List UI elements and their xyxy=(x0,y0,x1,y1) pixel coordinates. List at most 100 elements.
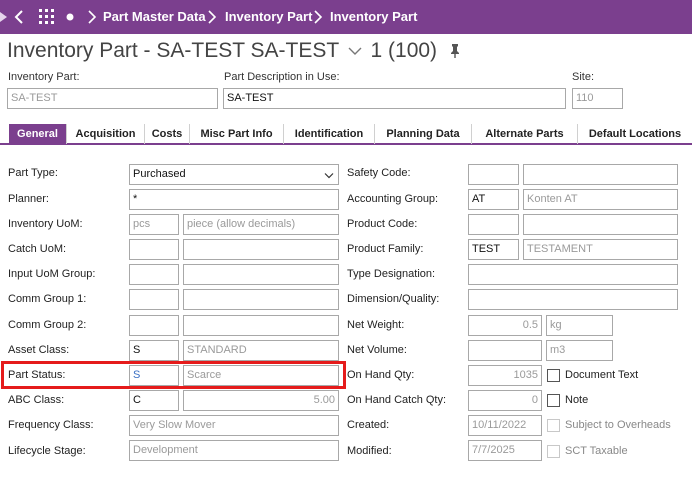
tab-general[interactable]: General xyxy=(9,124,67,144)
dimension-quality-label: Dimension/Quality: xyxy=(347,293,440,305)
safety-code-field[interactable] xyxy=(468,164,519,185)
tab-default-locations[interactable]: Default Locations xyxy=(578,124,692,144)
sct-taxable-checkbox[interactable] xyxy=(547,445,560,458)
back-arrow-icon[interactable] xyxy=(12,9,26,25)
app-grid-icon[interactable] xyxy=(39,9,55,25)
abc-class-code-field[interactable]: C xyxy=(129,390,179,411)
subject-to-overheads-checkbox[interactable] xyxy=(547,419,560,432)
inventory-uom-desc-field[interactable]: piece (allow decimals) xyxy=(183,214,339,235)
abc-class-label: ABC Class: xyxy=(8,394,65,406)
part-type-select[interactable]: Purchased xyxy=(129,164,339,185)
chevron-down-icon xyxy=(324,173,334,179)
breadcrumb-part-master-data[interactable]: Part Master Data xyxy=(103,9,206,24)
part-type-label: Part Type: xyxy=(8,167,58,179)
document-text-label: Document Text xyxy=(565,369,639,381)
pin-icon[interactable] xyxy=(449,43,461,59)
breadcrumb-inventory-part[interactable]: Inventory Part xyxy=(225,9,312,24)
comm-group2-desc-field[interactable] xyxy=(183,315,339,336)
tab-planning-data[interactable]: Planning Data xyxy=(375,124,472,144)
product-family-code-field[interactable]: TEST xyxy=(468,239,519,260)
inventory-uom-code-field[interactable]: pcs xyxy=(129,214,179,235)
asset-class-code-field[interactable]: S xyxy=(129,340,179,361)
created-label: Created: xyxy=(347,419,390,431)
part-type-value: Purchased xyxy=(133,168,186,180)
tab-bar: General Acquisition Costs Misc Part Info… xyxy=(0,124,692,145)
home-dot-icon[interactable] xyxy=(66,13,74,21)
catch-uom-code-field[interactable] xyxy=(129,239,179,260)
on-hand-qty-field[interactable]: 1035 xyxy=(468,365,542,386)
record-position: 1 (100) xyxy=(370,39,438,62)
net-weight-unit-field[interactable]: kg xyxy=(546,315,613,336)
site-label: Site: xyxy=(572,71,595,83)
net-volume-field[interactable] xyxy=(468,340,542,361)
planner-field[interactable]: * xyxy=(129,189,339,210)
document-text-checkbox[interactable] xyxy=(547,369,560,382)
net-weight-field[interactable]: 0.5 xyxy=(468,315,542,336)
type-designation-label: Type Designation: xyxy=(347,268,436,280)
tab-alternate-parts[interactable]: Alternate Parts xyxy=(472,124,578,144)
input-uom-group-label: Input UoM Group: xyxy=(8,268,96,280)
accounting-group-code-field[interactable]: AT xyxy=(468,189,519,210)
comm-group2-label: Comm Group 2: xyxy=(8,319,87,331)
chevron-down-icon[interactable] xyxy=(347,45,363,57)
abc-class-value-field[interactable]: 5.00 xyxy=(183,390,339,411)
page-title-text: Inventory Part - SA-TEST SA-TEST xyxy=(7,39,339,62)
dimension-quality-field[interactable] xyxy=(468,289,678,310)
note-label: Note xyxy=(565,394,589,406)
top-nav-bar: Part Master Data Inventory Part Inventor… xyxy=(0,0,692,34)
on-hand-catch-qty-label: On Hand Catch Qty: xyxy=(347,394,447,406)
breadcrumb-chevron-icon xyxy=(88,10,97,24)
tab-acquisition[interactable]: Acquisition xyxy=(67,124,145,144)
product-code-field[interactable] xyxy=(468,214,519,235)
inventory-part-label: Inventory Part: xyxy=(8,71,80,83)
type-designation-field[interactable] xyxy=(468,264,678,285)
comm-group1-label: Comm Group 1: xyxy=(8,293,87,305)
modified-label: Modified: xyxy=(347,445,392,457)
lifecycle-stage-field[interactable]: Development xyxy=(129,440,339,461)
safety-code-desc-field[interactable] xyxy=(523,164,678,185)
tab-identification[interactable]: Identification xyxy=(284,124,375,144)
net-volume-label: Net Volume: xyxy=(347,344,407,356)
input-uom-group-code-field[interactable] xyxy=(129,264,179,285)
inventory-part-field[interactable]: SA-TEST xyxy=(7,88,218,109)
product-code-desc-field[interactable] xyxy=(523,214,678,235)
breadcrumb-chevron-icon xyxy=(208,10,217,24)
product-family-label: Product Family: xyxy=(347,243,424,255)
accounting-group-label: Accounting Group: xyxy=(347,193,439,205)
frequency-class-field[interactable]: Very Slow Mover xyxy=(129,415,339,436)
tab-misc-part-info[interactable]: Misc Part Info xyxy=(190,124,284,144)
planner-label: Planner: xyxy=(8,193,49,205)
lifecycle-stage-label: Lifecycle Stage: xyxy=(8,445,86,457)
part-description-label: Part Description in Use: xyxy=(224,71,340,83)
tab-costs[interactable]: Costs xyxy=(145,124,190,144)
net-weight-label: Net Weight: xyxy=(347,319,405,331)
modified-field[interactable]: 7/7/2025 xyxy=(468,440,542,461)
page-title: Inventory Part - SA-TEST SA-TEST 1 (100) xyxy=(7,39,461,63)
comm-group1-code-field[interactable] xyxy=(129,289,179,310)
created-field[interactable]: 10/11/2022 xyxy=(468,415,542,436)
part-status-highlight xyxy=(1,361,346,389)
menu-expand-icon[interactable] xyxy=(0,12,8,22)
part-description-field[interactable]: SA-TEST xyxy=(223,88,566,109)
site-field[interactable]: 110 xyxy=(572,88,623,109)
asset-class-desc-field[interactable]: STANDARD xyxy=(183,340,339,361)
frequency-class-label: Frequency Class: xyxy=(8,419,94,431)
safety-code-label: Safety Code: xyxy=(347,167,411,179)
comm-group2-code-field[interactable] xyxy=(129,315,179,336)
breadcrumb-chevron-icon xyxy=(314,10,323,24)
net-volume-unit-field[interactable]: m3 xyxy=(546,340,613,361)
on-hand-qty-label: On Hand Qty: xyxy=(347,369,415,381)
inventory-uom-label: Inventory UoM: xyxy=(8,218,83,230)
breadcrumb-current-inventory-part: Inventory Part xyxy=(330,9,418,24)
product-code-label: Product Code: xyxy=(347,218,418,230)
input-uom-group-desc-field[interactable] xyxy=(183,264,339,285)
catch-uom-label: Catch UoM: xyxy=(8,243,67,255)
product-family-desc-field[interactable]: TESTAMENT xyxy=(523,239,678,260)
asset-class-label: Asset Class: xyxy=(8,344,70,356)
comm-group1-desc-field[interactable] xyxy=(183,289,339,310)
note-checkbox[interactable] xyxy=(547,394,560,407)
accounting-group-desc-field[interactable]: Konten AT xyxy=(523,189,678,210)
catch-uom-desc-field[interactable] xyxy=(183,239,339,260)
sct-taxable-label: SCT Taxable xyxy=(565,445,628,457)
on-hand-catch-qty-field[interactable]: 0 xyxy=(468,390,542,411)
